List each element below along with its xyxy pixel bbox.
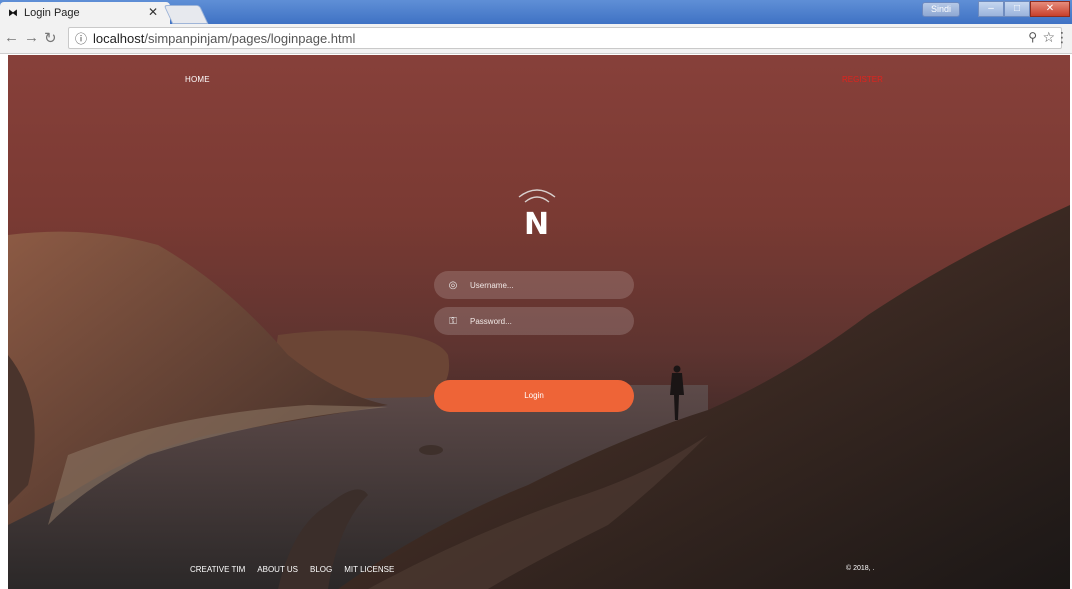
footer-link-about-us[interactable]: ABOUT US (257, 565, 298, 574)
browser-menu-icon[interactable]: ⋮ (1055, 29, 1069, 46)
browser-tab[interactable]: ⧓ Login Page ✕ (0, 2, 170, 24)
maximize-button[interactable]: □ (1004, 1, 1030, 17)
tab-title: Login Page (24, 7, 80, 19)
footer-link-mit-license[interactable]: MIT LICENSE (344, 565, 394, 574)
minimize-button[interactable]: – (978, 1, 1004, 17)
zoom-icon[interactable]: ⚲ (1028, 30, 1037, 44)
browser-tabstrip: ⧓ Login Page ✕ Sindi – □ ✕ (0, 0, 1072, 24)
password-input[interactable] (470, 316, 620, 326)
close-tab-icon[interactable]: ✕ (148, 5, 158, 19)
forward-icon[interactable]: → (24, 29, 39, 46)
password-field[interactable]: ⚿ (434, 307, 634, 335)
logo-letter: N (524, 207, 550, 242)
address-bar[interactable]: ⓘ localhost/simpanpinjam/pages/loginpage… (68, 27, 1062, 49)
nav-register-link[interactable]: REGISTER (842, 75, 883, 84)
bookmark-star-icon[interactable]: ☆ (1042, 29, 1055, 46)
profile-badge[interactable]: Sindi (921, 2, 960, 17)
footer-link-blog[interactable]: BLOG (310, 565, 332, 574)
url-path: /simpanpinjam/pages/loginpage.html (144, 30, 356, 46)
user-icon: ◎ (448, 279, 458, 291)
url-host: localhost (93, 30, 145, 46)
footer-link-creative-tim[interactable]: CREATIVE TIM (190, 565, 245, 574)
bowtie-icon: ⧓ (8, 7, 18, 19)
reload-icon[interactable]: ↻ (44, 29, 57, 47)
username-input[interactable] (470, 280, 620, 290)
footer-links: CREATIVE TIM ABOUT US BLOG MIT LICENSE (190, 565, 394, 574)
window-close-button[interactable]: ✕ (1030, 1, 1070, 17)
back-icon[interactable]: ← (4, 29, 19, 46)
info-icon[interactable]: ⓘ (75, 30, 87, 47)
login-button[interactable]: Login (434, 380, 634, 412)
nav-home-link[interactable]: HOME (185, 75, 210, 84)
login-page: HOME REGISTER N ◎ ⚿ Login CREATIVE TIM A… (8, 55, 1070, 589)
browser-toolbar: ← → ↻ ⓘ localhost/simpanpinjam/pages/log… (0, 24, 1072, 54)
key-icon: ⚿ (449, 315, 457, 327)
new-tab-button[interactable] (163, 5, 209, 24)
username-field[interactable]: ◎ (434, 271, 634, 299)
copyright-text: © 2018, . (846, 565, 875, 572)
